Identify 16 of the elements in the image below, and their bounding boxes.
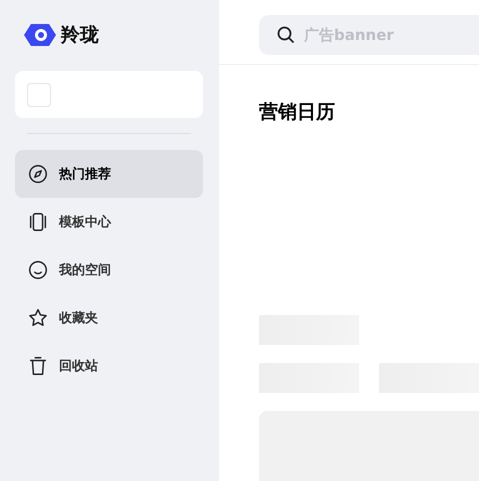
logo-text: 羚珑 — [61, 23, 99, 48]
trash-icon — [27, 355, 49, 377]
section-title: 营销日历 — [259, 100, 336, 125]
smile-icon — [27, 259, 49, 281]
logo-icon — [23, 23, 57, 47]
compass-icon — [27, 163, 49, 185]
nav-item[interactable]: 回收站 — [15, 342, 203, 390]
phone-icon — [27, 211, 49, 233]
nav-item[interactable]: 我的空间 — [15, 246, 203, 294]
nav-item[interactable]: 模板中心 — [15, 198, 203, 246]
nav-item[interactable]: 收藏夹 — [15, 294, 203, 342]
star-icon — [27, 307, 49, 329]
account-card[interactable] — [15, 71, 203, 118]
avatar-placeholder — [27, 82, 51, 106]
search-icon — [276, 25, 296, 45]
nav-item[interactable]: 热门推荐 — [15, 150, 203, 198]
